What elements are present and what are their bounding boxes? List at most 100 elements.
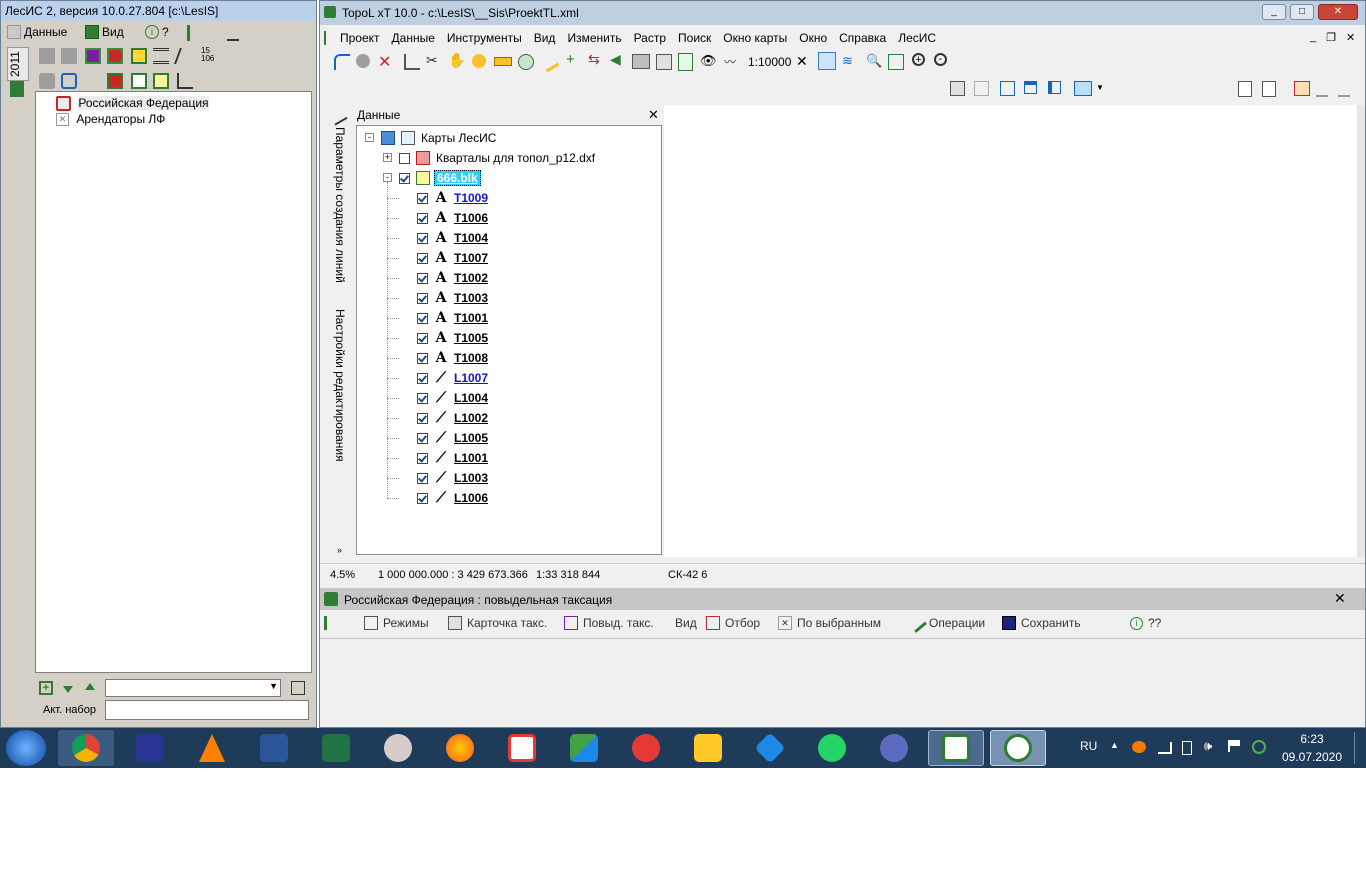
menu-raster[interactable]: Растр [628, 31, 672, 45]
taskbar-firefox[interactable] [432, 730, 488, 766]
signal-icon[interactable] [1158, 742, 1172, 754]
add-icon[interactable]: + [39, 681, 53, 695]
taskbar-excel[interactable] [308, 730, 364, 766]
start-button[interactable] [6, 730, 46, 766]
menu-help[interactable]: i ? [145, 23, 169, 41]
expand-arrow-icon[interactable] [10, 81, 24, 97]
layer-item[interactable]: A T1001 [417, 309, 488, 327]
map-view[interactable] [664, 105, 1362, 557]
layer-item-checkbox[interactable] [417, 212, 428, 224]
tree-view-icon[interactable] [818, 52, 836, 70]
layer-checkbox[interactable] [399, 152, 410, 164]
menu-data[interactable]: Данные [386, 31, 441, 45]
show-desktop-button[interactable] [1354, 732, 1365, 764]
mdi-close-icon[interactable]: ✕ [1346, 31, 1355, 44]
minimize-button[interactable]: _ [1262, 4, 1286, 20]
set-select[interactable]: ▼ [105, 679, 281, 697]
taskbar-virtualbox[interactable] [742, 730, 798, 766]
active-set-input[interactable] [105, 700, 309, 720]
operations-button[interactable]: Операции [907, 613, 985, 633]
window-cascade-icon[interactable] [1000, 81, 1015, 96]
layer-item-checkbox[interactable] [417, 332, 428, 344]
ruler-icon[interactable] [494, 57, 512, 66]
report-icon[interactable] [1294, 81, 1310, 96]
lesis-titlebar[interactable]: ЛесИС 2, версия 10.0.27.804 [c:\LesIS] [1, 1, 316, 21]
clock-date[interactable]: 09.07.2020 [1280, 750, 1344, 764]
minimize-panel-icon[interactable] [227, 25, 239, 41]
taskbar-yandex-browser[interactable] [494, 730, 550, 766]
back-arrow-icon[interactable]: ◀ [610, 51, 621, 68]
menu-view[interactable]: Вид [85, 23, 124, 41]
partial-check-icon[interactable] [381, 131, 395, 145]
table-view-icon[interactable] [950, 81, 965, 96]
move-up-icon[interactable] [85, 683, 95, 690]
layer-item[interactable]: ⟋ L1007 [417, 369, 488, 387]
report-icon[interactable] [107, 73, 123, 89]
view-button[interactable]: Вид [675, 616, 697, 630]
taxation-close-icon[interactable]: ✕ [1334, 590, 1346, 607]
layer-item-checkbox[interactable] [417, 412, 428, 424]
grid-tool-icon[interactable] [85, 48, 101, 64]
menu-edit[interactable]: Изменить [561, 31, 627, 45]
tile-vertical-icon[interactable] [1048, 81, 1061, 94]
table-icon[interactable] [131, 73, 147, 89]
by-selected-button[interactable]: ✕ По выбранным [778, 616, 881, 630]
layer-item-checkbox[interactable] [417, 492, 428, 504]
taskbar-explorer[interactable] [680, 730, 736, 766]
collapse-icon[interactable]: - [365, 133, 374, 142]
taskbar-lesis-app[interactable] [928, 730, 984, 766]
layer-item[interactable]: A T1007 [417, 249, 488, 267]
close-button[interactable]: ✕ [1318, 4, 1358, 20]
mdi-restore-icon[interactable]: ❐ [1326, 31, 1336, 44]
layer-item[interactable]: ⟋ L1005 [417, 429, 488, 447]
tab-edit-settings[interactable]: Настройки редактирования [329, 309, 347, 465]
pencil-icon[interactable] [174, 48, 196, 64]
card-button[interactable]: Карточка такс. [448, 616, 547, 630]
menu-map-window[interactable]: Окно карты [717, 31, 793, 45]
layer-item-checkbox[interactable] [417, 352, 428, 364]
layer-item[interactable]: A T1003 [417, 289, 488, 307]
map-scrollbar[interactable] [1357, 105, 1365, 557]
refresh-doc-icon[interactable] [678, 53, 693, 71]
layer-item-checkbox[interactable] [417, 472, 428, 484]
gear-icon[interactable] [131, 48, 147, 64]
tab-line-params[interactable]: Параметры создания линий [329, 127, 347, 303]
layer-item[interactable]: ⟋ L1002 [417, 409, 488, 427]
import-icon[interactable] [1262, 81, 1276, 97]
zoom-out-icon[interactable]: - [934, 53, 947, 66]
move-down-icon[interactable] [63, 686, 73, 693]
taskbar-topol-app[interactable] [990, 730, 1046, 766]
tree-item-russia[interactable]: Российская Федерация [56, 96, 209, 112]
filter-button[interactable]: Отбор [706, 616, 760, 630]
volume-icon[interactable]: 🕪 [1204, 738, 1212, 754]
menu-window[interactable]: Окно [793, 31, 833, 45]
first-record-icon[interactable] [187, 25, 203, 41]
layer-item[interactable]: ⟋ L1003 [417, 469, 488, 487]
layer-item-checkbox[interactable] [417, 232, 428, 244]
topol-titlebar[interactable]: TopoL xT 10.0 - c:\LesIS\__Sis\ProektTL.… [320, 1, 1365, 25]
swap-icon[interactable]: ⇆ [588, 51, 600, 68]
mdi-minimize-icon[interactable]: _ [1310, 31, 1316, 44]
menu-search[interactable]: Поиск [672, 31, 717, 45]
select-icon[interactable] [61, 73, 77, 89]
taskbar-files-app[interactable] [556, 730, 612, 766]
more-tabs-icon[interactable]: » [337, 545, 342, 555]
taskbar-paint[interactable] [370, 730, 426, 766]
edit-vertex-icon[interactable] [404, 54, 420, 70]
eye-icon[interactable]: 👁 [700, 53, 717, 69]
taskbar-chrome[interactable] [58, 730, 114, 766]
layer-item[interactable]: A T1008 [417, 349, 488, 367]
maximize-button[interactable]: □ [1290, 4, 1314, 20]
flag-icon[interactable] [1228, 740, 1240, 752]
hand-icon[interactable]: ✋ [448, 52, 465, 69]
tree-root[interactable]: Карты ЛесИС [381, 129, 496, 147]
tree-layer-dxf[interactable]: Кварталы для топол_p12.dxf [399, 149, 595, 167]
delete-icon[interactable]: ✕ [378, 52, 391, 72]
zoom-extent-icon[interactable] [888, 54, 904, 70]
layer-item-checkbox[interactable] [417, 432, 428, 444]
layer-item-checkbox[interactable] [417, 452, 428, 464]
modes-button[interactable]: Режимы [364, 616, 429, 630]
menu-data[interactable]: Данные [7, 23, 67, 41]
search-icon[interactable]: 🔍 [866, 53, 882, 69]
pin-icon[interactable] [328, 106, 348, 126]
